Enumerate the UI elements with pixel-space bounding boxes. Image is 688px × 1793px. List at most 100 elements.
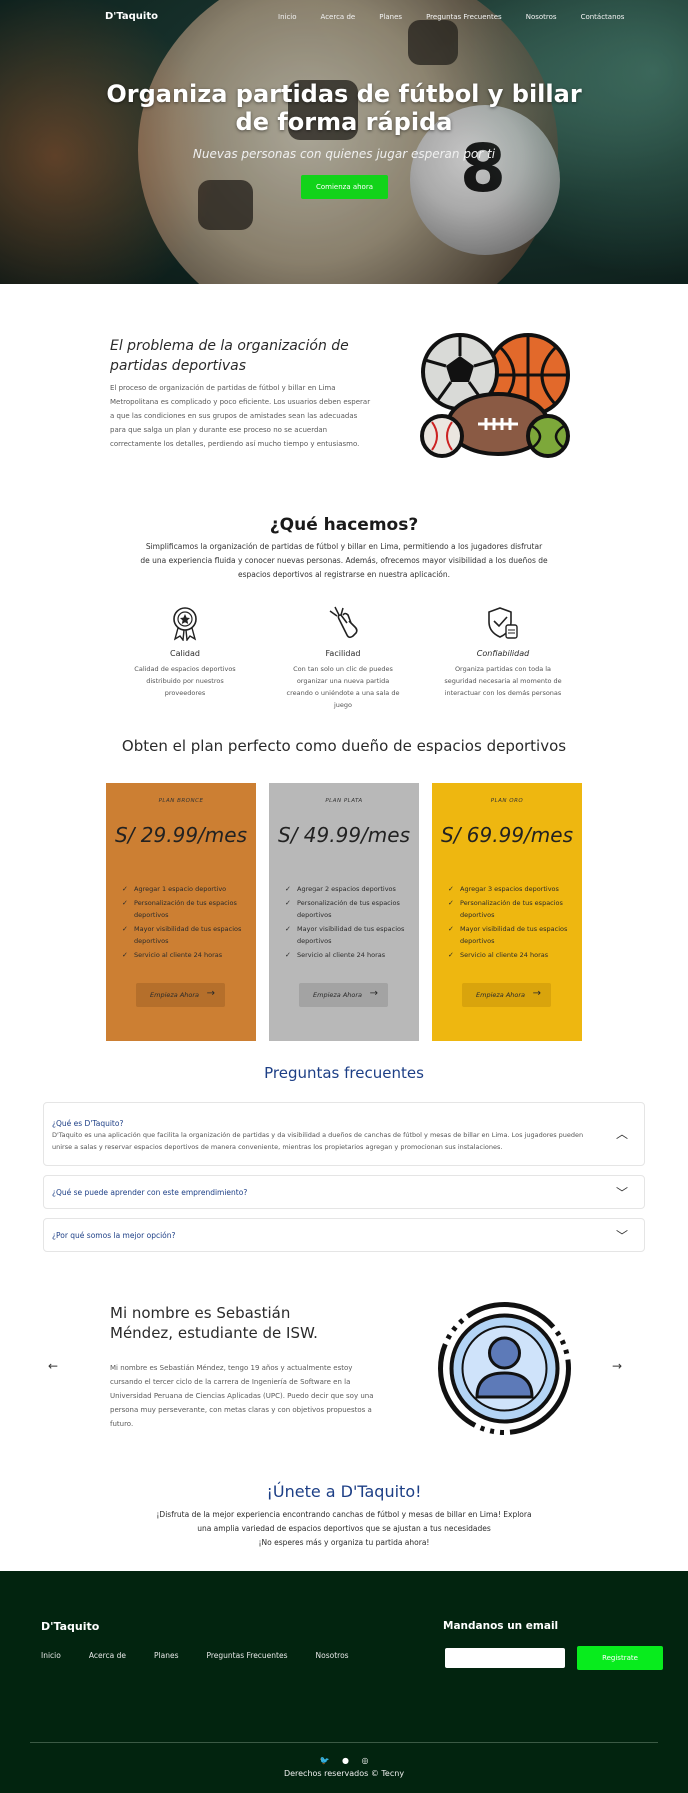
problem-title: El problema de la organización de partid… bbox=[110, 338, 349, 374]
avatar-illustration bbox=[438, 1302, 571, 1435]
nav-link-nosotros[interactable]: Nosotros bbox=[526, 13, 557, 21]
join-text: ¡Disfruta de la mejor experiencia encont… bbox=[130, 1508, 558, 1550]
feature-quality: Calidad Calidad de espacios deportivos d… bbox=[125, 605, 245, 699]
footer-divider bbox=[30, 1742, 658, 1743]
testimonial-text: Mi nombre es Sebastián Méndez, tengo 19 … bbox=[110, 1364, 374, 1428]
button-label: Empieza Ahora bbox=[150, 991, 200, 999]
plan-card-silver: PLAN PLATA S/ 49.99/mes Agregar 2 espaci… bbox=[269, 783, 419, 1041]
feature-title: Calidad bbox=[170, 649, 200, 658]
award-icon bbox=[173, 607, 197, 641]
plan-feature: Personalización de tus espacios deportiv… bbox=[285, 897, 413, 921]
plan-features: Agregar 3 espacios deportivos Personaliz… bbox=[448, 883, 576, 963]
plan-gold-button[interactable]: Empieza Ahora → bbox=[462, 983, 551, 1007]
plan-feature: Personalización de tus espacios deportiv… bbox=[122, 897, 250, 921]
footer-link-planes[interactable]: Planes bbox=[154, 1651, 178, 1660]
plan-feature: Servicio al cliente 24 horas bbox=[122, 949, 250, 961]
email-title: Mandanos un email bbox=[443, 1620, 559, 1632]
plan-bronze-button[interactable]: Empieza Ahora → bbox=[136, 983, 225, 1007]
footer-link-faq[interactable]: Preguntas Frecuentes bbox=[206, 1651, 287, 1660]
feature-text: Organiza partidas con toda la seguridad … bbox=[444, 665, 562, 697]
plan-card-gold: PLAN ORO S/ 69.99/mes Agregar 3 espacios… bbox=[432, 783, 582, 1041]
hero-title: Organiza partidas de fútbol y billar de … bbox=[106, 80, 582, 136]
faq-answer: D'Taquito es una aplicación que facilita… bbox=[52, 1131, 584, 1151]
faq-question[interactable]: ¿Qué es D'Taquito? bbox=[52, 1119, 123, 1128]
carousel-next-button[interactable]: → bbox=[612, 1359, 622, 1373]
plan-feature: Mayor visibilidad de tus espacios deport… bbox=[448, 923, 576, 947]
plan-feature: Personalización de tus espacios deportiv… bbox=[448, 897, 576, 921]
feature-ease: Facilidad Con tan solo un clic de puedes… bbox=[283, 605, 403, 711]
footer-links: Inicio Acerca de Planes Preguntas Frecue… bbox=[41, 1651, 377, 1660]
brand-logo[interactable]: D'Taquito bbox=[105, 11, 158, 22]
plan-name: PLAN ORO bbox=[490, 798, 524, 804]
plan-card-bronze: PLAN BRONCE S/ 29.99/mes Agregar 1 espac… bbox=[106, 783, 256, 1041]
faq-question[interactable]: ¿Por qué somos la mejor opción? bbox=[52, 1231, 176, 1240]
twitter-icon[interactable]: 🐦 bbox=[319, 1756, 329, 1765]
faq-item[interactable]: ¿Por qué somos la mejor opción? ﹀ bbox=[43, 1218, 645, 1252]
nav-link-faq[interactable]: Preguntas Frecuentes bbox=[426, 13, 502, 21]
tap-icon bbox=[329, 606, 358, 639]
feature-reliability: Confiabilidad Organiza partidas con toda… bbox=[443, 605, 563, 699]
register-button[interactable]: Registrate bbox=[577, 1646, 663, 1670]
feature-title: Facilidad bbox=[325, 649, 361, 658]
shield-icon bbox=[488, 607, 518, 639]
footer-link-inicio[interactable]: Inicio bbox=[41, 1651, 61, 1660]
carousel-prev-button[interactable]: ← bbox=[48, 1359, 58, 1373]
feature-text: Calidad de espacios deportivos distribui… bbox=[134, 665, 236, 697]
chevron-up-icon[interactable]: ︿ bbox=[616, 1125, 628, 1142]
plan-feature: Servicio al cliente 24 horas bbox=[448, 949, 576, 961]
what-we-do-text: Simplificamos la organización de partida… bbox=[140, 542, 548, 579]
plan-feature: Mayor visibilidad de tus espacios deport… bbox=[122, 923, 250, 947]
join-line: ¡Disfruta de la mejor experiencia encont… bbox=[156, 1510, 532, 1519]
plans-title: Obten el plan perfecto como dueño de esp… bbox=[121, 737, 567, 755]
footer-brand: D'Taquito bbox=[41, 1620, 100, 1633]
join-title: ¡Únete a D'Taquito! bbox=[266, 1482, 422, 1501]
plan-feature: Agregar 1 espacio deportivo bbox=[122, 883, 250, 895]
plan-name: PLAN PLATA bbox=[325, 798, 363, 804]
faq-question[interactable]: ¿Qué se puede aprender con este emprendi… bbox=[52, 1188, 247, 1197]
footer: D'Taquito Inicio Acerca de Planes Pregun… bbox=[0, 1571, 688, 1793]
sports-balls-illustration bbox=[420, 333, 570, 458]
email-input[interactable] bbox=[445, 1648, 565, 1668]
join-line: una amplia variedad de espacios deportiv… bbox=[197, 1524, 491, 1533]
footer-link-acerca[interactable]: Acerca de bbox=[89, 1651, 126, 1660]
facebook-icon[interactable]: ● bbox=[342, 1756, 349, 1765]
copyright: Derechos reservados © Tecny bbox=[283, 1769, 405, 1778]
plan-features: Agregar 2 espacios deportivos Personaliz… bbox=[285, 883, 413, 963]
chevron-down-icon[interactable]: ﹀ bbox=[616, 1184, 628, 1201]
nav-link-inicio[interactable]: Inicio bbox=[278, 13, 297, 21]
faq-item-open[interactable]: ¿Qué es D'Taquito? D'Taquito es una apli… bbox=[43, 1102, 645, 1166]
feature-text: Con tan solo un clic de puedes organizar… bbox=[286, 665, 400, 709]
plan-feature: Servicio al cliente 24 horas bbox=[285, 949, 413, 961]
arrow-right-icon: → bbox=[369, 988, 378, 999]
arrow-right-icon: → bbox=[532, 988, 541, 999]
nav-link-planes[interactable]: Planes bbox=[379, 13, 402, 21]
plan-name: PLAN BRONCE bbox=[158, 798, 204, 804]
top-nav: D'Taquito Inicio Acerca de Planes Pregun… bbox=[0, 11, 688, 31]
social-icons: 🐦 ● ◎ bbox=[0, 1756, 688, 1765]
nav-link-acerca[interactable]: Acerca de bbox=[321, 13, 356, 21]
plan-feature: Agregar 2 espacios deportivos bbox=[285, 883, 413, 895]
plan-silver-button[interactable]: Empieza Ahora → bbox=[299, 983, 388, 1007]
join-line: ¡No esperes más y organiza tu partida ah… bbox=[258, 1538, 430, 1547]
plan-price: S/ 29.99/mes bbox=[115, 823, 247, 847]
button-label: Empieza Ahora bbox=[313, 991, 363, 999]
instagram-icon[interactable]: ◎ bbox=[362, 1756, 369, 1765]
plan-feature: Agregar 3 espacios deportivos bbox=[448, 883, 576, 895]
plan-features: Agregar 1 espacio deportivo Personalizac… bbox=[122, 883, 250, 963]
what-we-do-title: ¿Qué hacemos? bbox=[269, 515, 419, 535]
plan-feature: Mayor visibilidad de tus espacios deport… bbox=[285, 923, 413, 947]
faq-item[interactable]: ¿Qué se puede aprender con este emprendi… bbox=[43, 1175, 645, 1209]
footer-link-nosotros[interactable]: Nosotros bbox=[316, 1651, 349, 1660]
feature-title: Confiabilidad bbox=[476, 649, 530, 658]
hero-section: 8 D'Taquito Inicio Acerca de Planes Preg… bbox=[0, 0, 688, 284]
arrow-right-icon: → bbox=[206, 988, 215, 999]
plan-price: S/ 69.99/mes bbox=[441, 823, 573, 847]
testimonial-title: Mi nombre es Sebastián Méndez, estudiant… bbox=[110, 1304, 318, 1342]
chevron-down-icon[interactable]: ﹀ bbox=[616, 1227, 628, 1244]
hero-subtitle: Nuevas personas con quienes jugar espera… bbox=[192, 147, 496, 161]
nav-link-contacto[interactable]: Contáctanos bbox=[581, 13, 625, 21]
faq-title: Preguntas frecuentes bbox=[264, 1064, 424, 1082]
problem-text: El proceso de organización de partidas d… bbox=[110, 384, 371, 448]
start-now-button[interactable]: Comienza ahora bbox=[301, 175, 388, 199]
button-label: Empieza Ahora bbox=[476, 991, 526, 999]
